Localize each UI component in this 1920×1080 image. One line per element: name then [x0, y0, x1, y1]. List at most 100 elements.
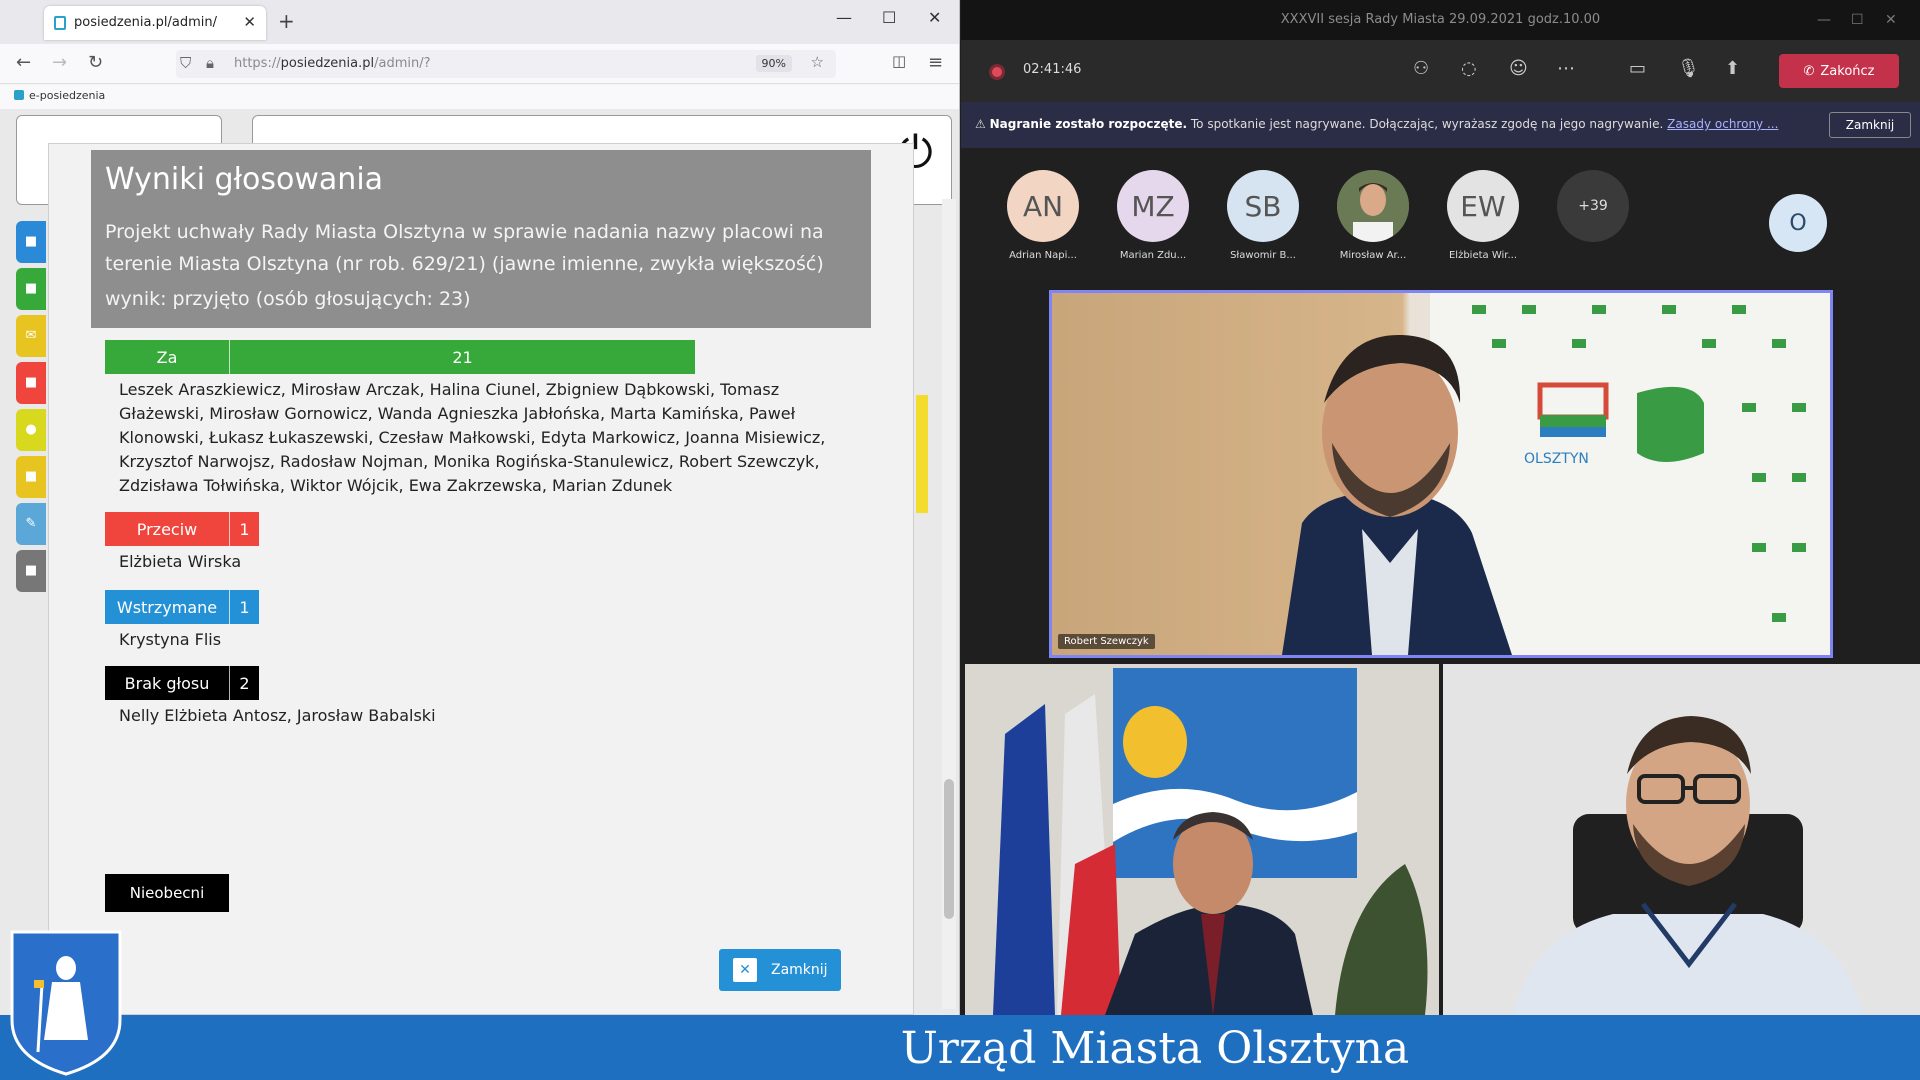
vote-against-count: 1: [229, 512, 259, 546]
bookmark-star-icon[interactable]: ☆: [811, 53, 824, 71]
close-window-icon[interactable]: ✕: [1885, 0, 1897, 40]
vote-against-bar: Przeciw 1: [105, 512, 259, 546]
chat-icon[interactable]: ◌: [1461, 58, 1477, 79]
participant-name: Mirosław Ar...: [1339, 250, 1407, 261]
participant-name: Adrian Napi...: [1009, 250, 1077, 261]
warning-icon: ⚠: [975, 117, 986, 131]
self-avatar[interactable]: O: [1769, 194, 1827, 252]
participant-name: Sławomir B...: [1230, 250, 1296, 261]
scrollbar[interactable]: [942, 199, 956, 1009]
city-crest-logo: [10, 930, 122, 1076]
meeting-title: XXXVII sesja Rady Miasta 29.09.2021 godz…: [1280, 12, 1601, 27]
tab-bar: posiedzenia.pl/admin/ ✕ + — ☐ ✕: [0, 0, 959, 44]
meeting-timer: 02:41:46: [1023, 62, 1082, 77]
resolution-subject: Projekt uchwały Rady Miasta Olsztyna w s…: [105, 221, 824, 275]
participant-name: Elżbieta Wir...: [1448, 250, 1518, 261]
page-content: ⏻ ■ ■ ✉ ■ ● ■ ✎ ■ Wyniki głosowania Proj…: [0, 109, 959, 1015]
vote-for-count: 21: [229, 340, 695, 374]
participant-name: Marian Zdu...: [1119, 250, 1187, 261]
share-screen-icon[interactable]: ⬆: [1725, 58, 1740, 79]
more-participants-button[interactable]: +39: [1557, 170, 1629, 242]
status-strip: [916, 395, 928, 513]
privacy-link[interactable]: Zasady ochrony ...: [1667, 117, 1778, 131]
video-tile-mayor[interactable]: [965, 664, 1439, 1015]
lock-icon[interactable]: 🔒︎: [206, 54, 214, 72]
vote-none-count: 2: [229, 666, 259, 700]
more-options-icon[interactable]: ⋯: [1557, 58, 1575, 79]
close-icon: ✕: [733, 958, 757, 982]
meeting-window: XXXVII sesja Rady Miasta 29.09.2021 godz…: [961, 0, 1920, 1015]
participant-avatar[interactable]: SB: [1227, 170, 1299, 242]
participant-video: [1443, 664, 1920, 1015]
participant-photo: [1337, 170, 1409, 242]
vote-abstain-label: Wstrzymane: [116, 597, 218, 617]
participant-strip: AN Adrian Napi... MZ Marian Zdu... SB Sł…: [961, 148, 1920, 280]
bookmark-favicon-icon: [14, 90, 24, 100]
edit-icon[interactable]: ✎: [16, 503, 46, 545]
scrollbar-thumb[interactable]: [944, 779, 954, 919]
users-icon[interactable]: ■: [16, 221, 46, 263]
participant-avatar[interactable]: EW: [1447, 170, 1519, 242]
menu-icon[interactable]: ≡: [928, 52, 943, 73]
end-call-button[interactable]: ✆ Zakończ: [1779, 54, 1899, 88]
minimize-icon[interactable]: —: [1817, 0, 1831, 40]
hand-icon[interactable]: ●: [16, 409, 46, 451]
vote-for-label: Za: [156, 347, 178, 367]
pocket-icon[interactable]: ◫: [892, 52, 906, 70]
back-icon[interactable]: ←: [16, 52, 31, 73]
vote-against-names: Elżbieta Wirska: [119, 552, 242, 571]
modal-header: Wyniki głosowania Projekt uchwały Rady M…: [91, 150, 871, 328]
vote-none-names: Nelly Elżbieta Antosz, Jarosław Babalski: [119, 706, 436, 725]
banner-close-button[interactable]: Zamknij: [1829, 112, 1911, 138]
participant-avatar[interactable]: AN: [1007, 170, 1079, 242]
address-bar[interactable]: ⛉ 🔒︎ https://posiedzenia.pl/admin/? 90% …: [176, 50, 836, 78]
document-icon[interactable]: ■: [16, 268, 46, 310]
recording-banner-text: ⚠ Nagranie zostało rozpoczęte. To spotka…: [975, 117, 1779, 131]
phone-icon: ✆: [1803, 63, 1815, 79]
url-text: https://posiedzenia.pl/admin/?: [234, 56, 431, 71]
mail-icon[interactable]: ✉: [16, 315, 46, 357]
list-icon[interactable]: ■: [16, 362, 46, 404]
vote-abstain-names: Krystyna Flis: [119, 630, 222, 649]
vote-abstain-count: 1: [229, 590, 259, 624]
camera-off-icon[interactable]: ▭: [1629, 58, 1646, 79]
side-menu: ■ ■ ✉ ■ ● ■ ✎ ■: [16, 221, 46, 597]
bookmark-item[interactable]: e-posiedzenia: [14, 89, 105, 102]
speaker-video: OLSZTYN: [1282, 293, 1830, 655]
browser-tab[interactable]: posiedzenia.pl/admin/ ✕: [44, 6, 266, 40]
speaker-name: Robert Szewczyk: [1058, 634, 1155, 649]
reload-icon[interactable]: ↻: [88, 52, 103, 73]
absent-button[interactable]: Nieobecni: [105, 874, 229, 912]
end-call-label: Zakończ: [1820, 63, 1875, 79]
video-tile-main[interactable]: OLSZTYN Robert Szewczyk: [1049, 290, 1833, 658]
participants-icon[interactable]: ⚇: [1413, 58, 1429, 79]
page-favicon-icon: [54, 16, 66, 30]
mic-off-icon[interactable]: 🎙︎: [1677, 58, 1700, 79]
lock-menu-icon[interactable]: ■: [16, 550, 46, 592]
vote-abstain-bar: Wstrzymane 1: [105, 590, 259, 624]
recording-banner: ⚠ Nagranie zostało rozpoczęte. To spotka…: [961, 102, 1920, 148]
reactions-icon[interactable]: ☺: [1509, 58, 1528, 79]
vote-none-label: Brak głosu: [124, 673, 210, 693]
mayor-video: [965, 664, 1439, 1015]
participant-photo-avatar[interactable]: [1337, 170, 1409, 242]
close-tab-icon[interactable]: ✕: [243, 13, 256, 31]
vote-for-bar: Za 21: [105, 340, 695, 374]
footer-title: Urząd Miasta Olsztyna: [900, 1023, 1410, 1074]
maximize-icon[interactable]: ☐: [882, 8, 896, 27]
new-tab-icon[interactable]: +: [278, 9, 295, 33]
vote-for-names: Leszek Araszkiewicz, Mirosław Arczak, Ha…: [119, 380, 826, 495]
video-tile-participant[interactable]: [1443, 664, 1920, 1015]
close-modal-button[interactable]: ✕ Zamknij: [719, 949, 841, 991]
zoom-level[interactable]: 90%: [755, 55, 792, 72]
group-icon[interactable]: ■: [16, 456, 46, 498]
maximize-icon[interactable]: ☐: [1851, 0, 1864, 40]
forward-icon[interactable]: →: [52, 52, 67, 73]
minimize-icon[interactable]: —: [836, 8, 852, 27]
participant-avatar[interactable]: MZ: [1117, 170, 1189, 242]
shield-icon[interactable]: ⛉: [180, 54, 191, 72]
close-window-icon[interactable]: ✕: [928, 8, 941, 27]
bookmarks-bar: e-posiedzenia: [0, 85, 959, 109]
modal-title: Wyniki głosowania: [105, 162, 384, 197]
browser-window: posiedzenia.pl/admin/ ✕ + — ☐ ✕ ← → ↻ ⛉ …: [0, 0, 960, 1015]
